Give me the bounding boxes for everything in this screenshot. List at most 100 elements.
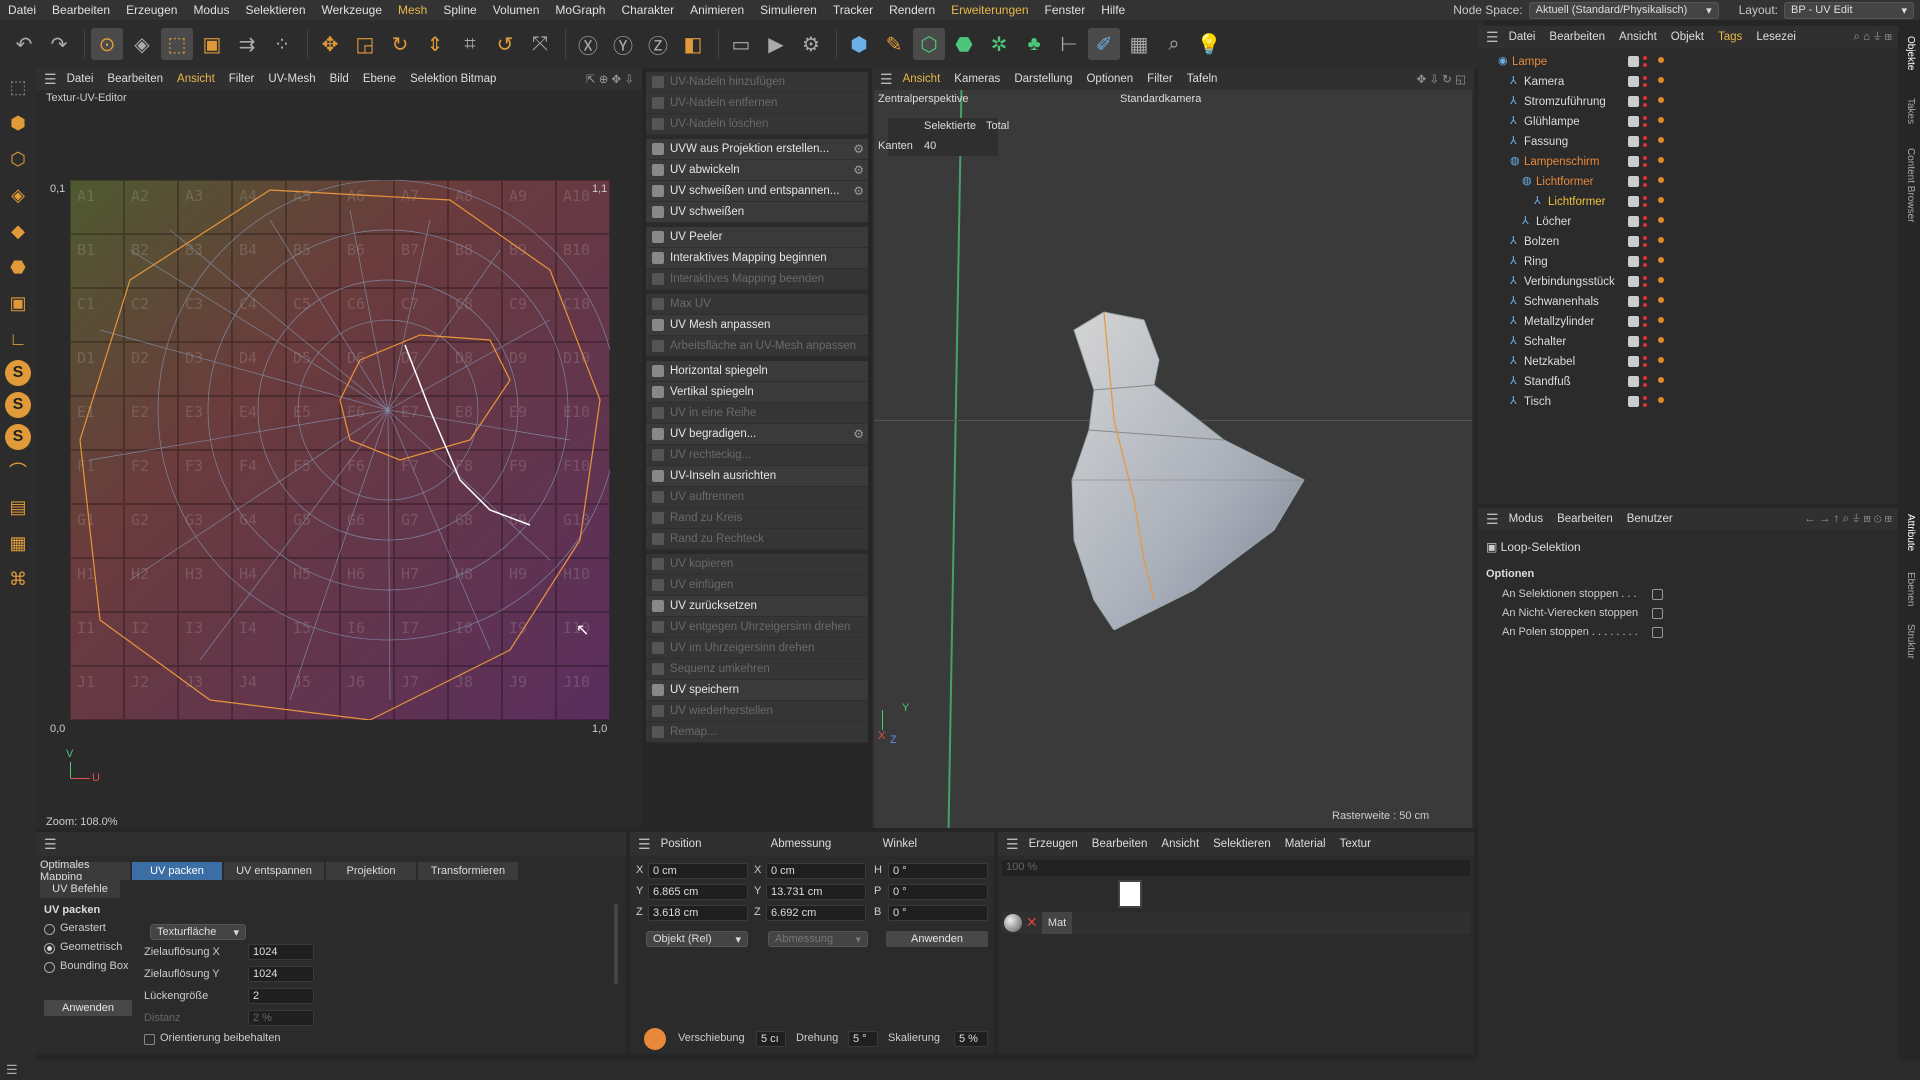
- menu-selektion-bitmap[interactable]: Selektion Bitmap: [410, 73, 496, 85]
- menu-ansicht[interactable]: Ansicht: [1619, 31, 1657, 43]
- visibility-checkbox[interactable]: [1628, 196, 1639, 207]
- node-space-dropdown[interactable]: Aktuell (Standard/Physikalisch) ▾: [1528, 1, 1719, 19]
- menu-icon[interactable]: ☰: [44, 836, 57, 853]
- object-row[interactable]: ◉ Lampe: [1478, 52, 1898, 72]
- uv-command-4[interactable]: UV abwickeln ⚙: [646, 160, 868, 181]
- render-settings-icon[interactable]: ⚙: [795, 28, 827, 60]
- uv-command-5[interactable]: UV schweißen und entspannen... ⚙: [646, 181, 868, 202]
- z-axis-icon[interactable]: Ⓩ: [642, 28, 674, 60]
- render-visibility-dot[interactable]: [1643, 403, 1647, 407]
- menu-item-spline[interactable]: Spline: [443, 3, 476, 17]
- menu-tafeln[interactable]: Tafeln: [1187, 73, 1218, 85]
- visibility-checkbox[interactable]: [1628, 276, 1639, 287]
- res-x-field[interactable]: 1024: [248, 944, 314, 960]
- y-axis-icon[interactable]: Ⓨ: [607, 28, 639, 60]
- menu-bild[interactable]: Bild: [330, 73, 349, 85]
- camera-icon[interactable]: ⌕: [1158, 28, 1190, 60]
- editor-visibility-dot[interactable]: [1643, 336, 1647, 340]
- editor-visibility-dot[interactable]: [1643, 236, 1647, 240]
- redo-icon[interactable]: ↷: [43, 28, 75, 60]
- uv-pack-tab-5[interactable]: UV Befehle: [40, 880, 120, 898]
- view-nav-icons[interactable]: ✥ ⇩ ↻ ◱: [1417, 72, 1466, 86]
- tag-icon[interactable]: [1658, 157, 1664, 163]
- light-icon[interactable]: 💡: [1193, 28, 1225, 60]
- menu-item-charakter[interactable]: Charakter: [621, 3, 674, 17]
- visibility-checkbox[interactable]: [1628, 216, 1639, 227]
- snap-s2-icon[interactable]: S: [5, 392, 31, 418]
- tag-icon[interactable]: [1658, 57, 1664, 63]
- coordinate-icon[interactable]: ⤧: [524, 28, 556, 60]
- visibility-checkbox[interactable]: [1628, 116, 1639, 127]
- uv-pack-tab-3[interactable]: Projektion: [326, 862, 416, 880]
- menu-item-animieren[interactable]: Animieren: [690, 3, 744, 17]
- menu-ansicht[interactable]: Ansicht: [177, 73, 215, 85]
- attr-nav-icons[interactable]: ← → ↑ ⌕ ⏚ ⊞ ⊙ ⊞: [1804, 513, 1892, 526]
- menu-ansicht[interactable]: Ansicht: [1161, 838, 1199, 850]
- object-row[interactable]: ◍ Lichtformer: [1478, 172, 1898, 192]
- object-row[interactable]: ⅄ Stromzuführung: [1478, 92, 1898, 112]
- tag-icon[interactable]: [1658, 257, 1664, 263]
- menu-item-rendern[interactable]: Rendern: [889, 3, 935, 17]
- option-checkbox[interactable]: [1652, 589, 1663, 600]
- render-visibility-dot[interactable]: [1643, 223, 1647, 227]
- visibility-checkbox[interactable]: [1628, 96, 1639, 107]
- poly-select-icon[interactable]: ⁘: [266, 28, 298, 60]
- res-y-field[interactable]: 1024: [248, 966, 314, 982]
- tag-icon[interactable]: [1658, 217, 1664, 223]
- tag-icon[interactable]: [1658, 77, 1664, 83]
- camera-label[interactable]: Standardkamera: [1120, 93, 1201, 105]
- menu-ansicht[interactable]: Ansicht: [903, 73, 941, 85]
- menu-erzeugen[interactable]: Erzeugen: [1029, 838, 1078, 850]
- coords-apply-button[interactable]: Anwenden: [886, 931, 988, 947]
- uv-command-18[interactable]: UV-Inseln ausrichten: [646, 466, 868, 487]
- uv-pack-apply-button[interactable]: Anwenden: [44, 1000, 132, 1016]
- live-select-icon[interactable]: ⇉: [231, 28, 263, 60]
- editor-visibility-dot[interactable]: [1643, 296, 1647, 300]
- menu-bearbeiten[interactable]: Bearbeiten: [1549, 31, 1605, 43]
- axis-mode-icon[interactable]: ∟: [3, 324, 33, 354]
- object-row[interactable]: ⅄ Tisch: [1478, 392, 1898, 412]
- menu-item-datei[interactable]: Datei: [8, 3, 36, 17]
- menu-filter[interactable]: Filter: [229, 73, 255, 85]
- uv-pack-tab-0[interactable]: Optimales Mapping: [40, 859, 130, 883]
- side-tab-takes[interactable]: Takes: [1905, 98, 1916, 124]
- menu-icon[interactable]: ☰: [1486, 511, 1499, 528]
- editor-visibility-dot[interactable]: [1643, 396, 1647, 400]
- rotation-field[interactable]: 0 °: [888, 905, 988, 921]
- size-mode-dropdown[interactable]: Abmessung ▾: [768, 931, 868, 947]
- visibility-checkbox[interactable]: [1628, 156, 1639, 167]
- object-row[interactable]: ◍ Lampenschirm: [1478, 152, 1898, 172]
- visibility-checkbox[interactable]: [1628, 56, 1639, 67]
- uv-command-8[interactable]: Interaktives Mapping beginnen: [646, 248, 868, 269]
- menu-item-mesh[interactable]: Mesh: [398, 3, 427, 17]
- visibility-checkbox[interactable]: [1628, 256, 1639, 267]
- size-field[interactable]: 13.731 cm: [766, 884, 866, 900]
- radio-button[interactable]: [44, 962, 55, 973]
- perspective-label[interactable]: Zentralperspektive: [878, 93, 969, 105]
- menu-uv-mesh[interactable]: UV-Mesh: [268, 73, 315, 85]
- menu-icon[interactable]: ☰: [1486, 29, 1499, 46]
- scale-icon[interactable]: ◲: [349, 28, 381, 60]
- uv-command-11[interactable]: UV Mesh anpassen: [646, 315, 868, 336]
- option-checkbox[interactable]: [1652, 608, 1663, 619]
- rot-step-field[interactable]: 5 °: [848, 1031, 878, 1047]
- rotation-field[interactable]: 0 °: [888, 884, 988, 900]
- render-visibility-dot[interactable]: [1643, 123, 1647, 127]
- menu-icon[interactable]: ☰: [880, 71, 893, 88]
- side-tab-objects[interactable]: Objekte: [1905, 36, 1916, 70]
- uv-command-7[interactable]: UV Peeler: [646, 227, 868, 248]
- axis-icon[interactable]: ↺: [489, 28, 521, 60]
- side-tab-content-browser[interactable]: Content Browser: [1905, 148, 1916, 222]
- snap-settings-icon[interactable]: [644, 1028, 666, 1050]
- render-visibility-dot[interactable]: [1643, 143, 1647, 147]
- lasso-icon[interactable]: ▣: [196, 28, 228, 60]
- undo-icon[interactable]: ↶: [8, 28, 40, 60]
- render-visibility-dot[interactable]: [1643, 83, 1647, 87]
- render-visibility-dot[interactable]: [1643, 203, 1647, 207]
- uv-command-3[interactable]: UVW aus Projektion erstellen... ⚙: [646, 139, 868, 160]
- render-play-icon[interactable]: ▶: [760, 28, 792, 60]
- tag-icon[interactable]: [1658, 97, 1664, 103]
- editor-visibility-dot[interactable]: [1643, 216, 1647, 220]
- material-name[interactable]: Mat: [1042, 912, 1072, 934]
- tag-icon[interactable]: [1658, 137, 1664, 143]
